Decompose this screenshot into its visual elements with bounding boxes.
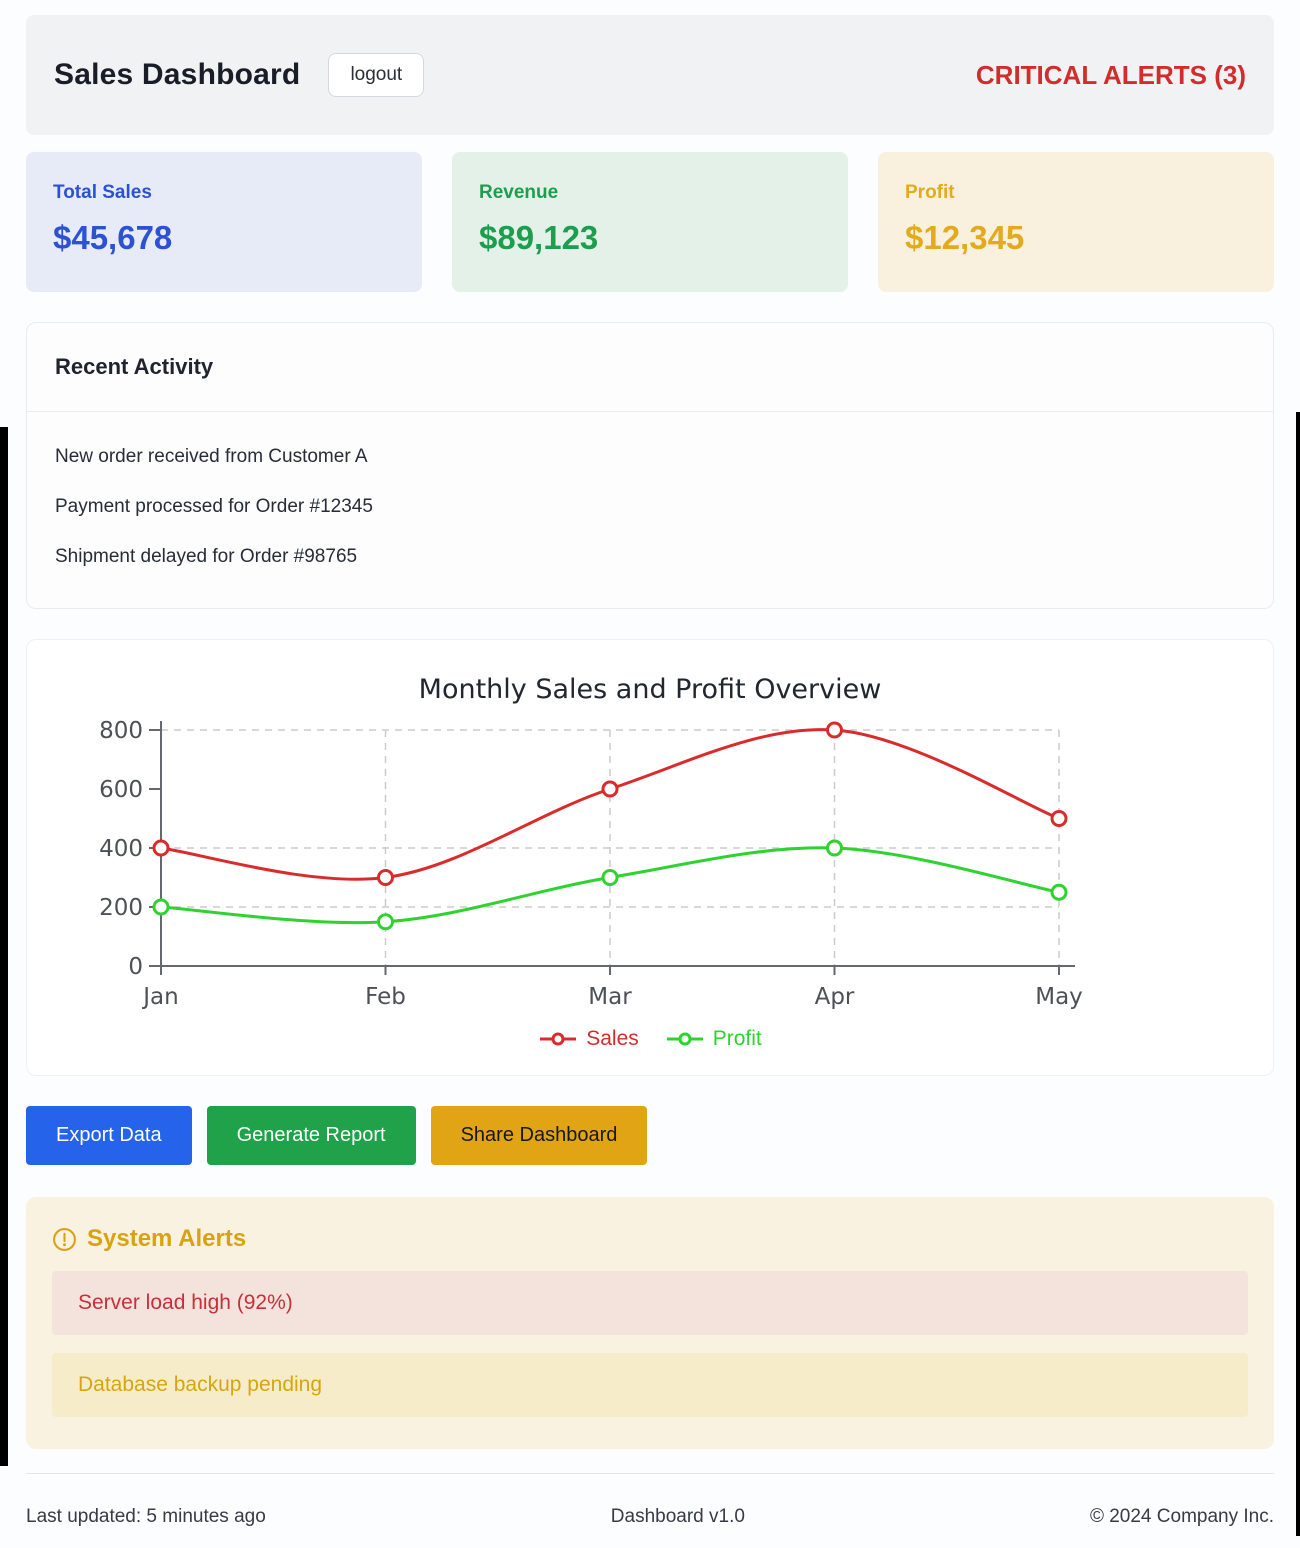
system-alerts-section: System Alerts Server load high (92%) Dat…	[26, 1197, 1274, 1449]
svg-text:200: 200	[99, 895, 143, 921]
actions-row: Export Data Generate Report Share Dashbo…	[26, 1106, 1274, 1165]
footer: Last updated: 5 minutes ago Dashboard v1…	[26, 1474, 1274, 1548]
svg-text:May: May	[1035, 984, 1083, 1010]
stats-row: Total Sales $45,678 Revenue $89,123 Prof…	[26, 152, 1274, 292]
legend-label: Sales	[586, 1027, 639, 1051]
copyright-text: © 2024 Company Inc.	[1090, 1506, 1274, 1528]
logout-button[interactable]: logout	[328, 53, 424, 97]
line-chart: 0 200 400 600 800 Jan Feb Mar Apr May	[27, 713, 1273, 1013]
svg-text:600: 600	[99, 777, 143, 803]
svg-text:Mar: Mar	[588, 984, 632, 1010]
stat-value: $12,345	[905, 219, 1247, 257]
stat-label: Revenue	[479, 182, 821, 204]
recent-activity-title: Recent Activity	[27, 323, 1273, 412]
export-data-button[interactable]: Export Data	[26, 1106, 192, 1165]
screenshot-edge-artifact-left	[0, 427, 8, 1466]
svg-text:400: 400	[99, 836, 143, 862]
header-bar: Sales Dashboard logout CRITICAL ALERTS (…	[26, 15, 1274, 135]
version-text: Dashboard v1.0	[611, 1506, 745, 1528]
chart-legend: Sales Profit	[27, 1027, 1273, 1051]
list-item: Shipment delayed for Order #98765	[55, 546, 1245, 568]
recent-activity-card: Recent Activity New order received from …	[26, 322, 1274, 609]
stat-label: Total Sales	[53, 182, 395, 204]
stat-label: Profit	[905, 182, 1247, 204]
stat-card-total-sales: Total Sales $45,678	[26, 152, 422, 292]
stat-card-profit: Profit $12,345	[878, 152, 1274, 292]
legend-item-profit: Profit	[665, 1027, 762, 1051]
legend-marker-icon	[665, 1032, 705, 1046]
svg-text:Feb: Feb	[365, 984, 406, 1010]
generate-report-button[interactable]: Generate Report	[207, 1106, 416, 1165]
svg-text:Jan: Jan	[141, 984, 178, 1010]
stat-value: $45,678	[53, 219, 395, 257]
system-alerts-title: System Alerts	[87, 1225, 246, 1253]
stat-value: $89,123	[479, 219, 821, 257]
legend-item-sales: Sales	[538, 1027, 639, 1051]
stat-card-revenue: Revenue $89,123	[452, 152, 848, 292]
last-updated-text: Last updated: 5 minutes ago	[26, 1506, 266, 1528]
system-alerts-header: System Alerts	[52, 1225, 1248, 1253]
svg-text:Apr: Apr	[815, 984, 855, 1010]
alert-circle-icon	[52, 1227, 77, 1252]
list-item: New order received from Customer A	[55, 446, 1245, 468]
alert-database-backup: Database backup pending	[52, 1353, 1248, 1417]
legend-marker-icon	[538, 1032, 578, 1046]
svg-text:0: 0	[128, 954, 143, 980]
dashboard-page: Sales Dashboard logout CRITICAL ALERTS (…	[0, 0, 1300, 1548]
list-item: Payment processed for Order #12345	[55, 496, 1245, 518]
share-dashboard-button[interactable]: Share Dashboard	[431, 1106, 648, 1165]
svg-text:800: 800	[99, 718, 143, 744]
legend-label: Profit	[713, 1027, 762, 1051]
critical-alerts-badge: CRITICAL ALERTS (3)	[976, 60, 1246, 91]
page-title: Sales Dashboard	[54, 58, 300, 92]
alert-server-load: Server load high (92%)	[52, 1271, 1248, 1335]
screenshot-edge-artifact-right	[1296, 412, 1300, 1536]
chart-card: Monthly Sales and Profit Overview 0 200 40…	[26, 639, 1274, 1076]
chart-title: Monthly Sales and Profit Overview	[27, 674, 1273, 705]
recent-activity-list: New order received from Customer A Payme…	[27, 412, 1273, 608]
